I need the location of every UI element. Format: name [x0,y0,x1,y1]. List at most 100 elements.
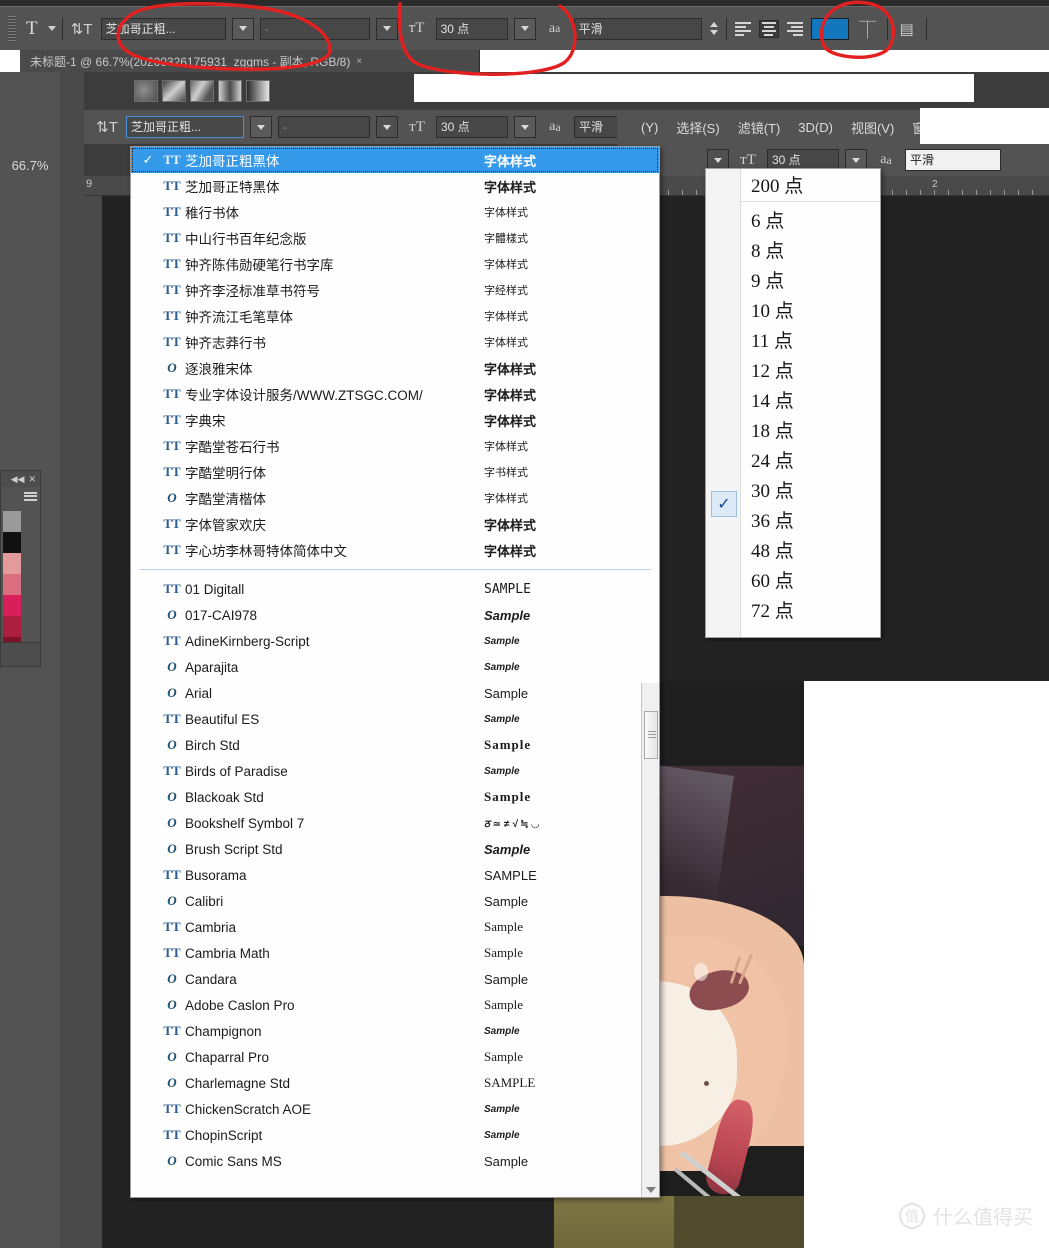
font-list-item[interactable]: O Charlemagne Std SAMPLE [131,1070,659,1096]
size-option[interactable]: 24 点 [741,444,880,474]
font-list-item[interactable]: O Candara Sample [131,966,659,992]
font-style-dropdown-arrow[interactable] [375,17,398,40]
swatch-chip-3[interactable] [3,574,21,595]
gradient-preset-5[interactable] [246,80,270,102]
font-list-item[interactable]: TT Champignon Sample [131,1018,659,1044]
align-right-button[interactable] [785,20,805,38]
size-option[interactable]: 48 点 [741,534,880,564]
font-list-item[interactable]: TT AdineKirnberg-Script Sample [131,628,659,654]
document-tab[interactable]: 未标题-1 @ 66.7%(20200326175931_zggms - 副本,… [20,50,480,72]
size-option[interactable]: 18 点 [741,414,880,444]
font-family-input-2[interactable]: 芝加哥正粗... [126,116,244,138]
font-list-item[interactable]: O Arial Sample [131,680,659,706]
size-option[interactable]: 12 点 [741,354,880,384]
font-size-dropdown-menu[interactable]: 200 点 6 点8 点9 点 10 点 11 点 12 点 14 点 18 点 24 点 30… [705,168,881,638]
gradient-preset-3[interactable] [190,80,214,102]
text-color-swatch[interactable] [810,17,849,40]
font-family-dropdown-menu[interactable]: ✓ TT 芝加哥正粗黑体 字体样式 TT 芝加哥正特黑体 字体样式 TT 稚行书体 字体样式 TT 中… [130,146,660,1198]
font-list-item[interactable]: TT ChickenScratch AOE Sample [131,1096,659,1122]
size-option[interactable]: 200 点 [741,169,880,199]
antialias-stepper[interactable] [708,18,720,40]
size-option[interactable]: 9 点 [741,264,880,294]
font-list-item[interactable]: TT Cambria Sample [131,914,659,940]
font-list-item[interactable]: O Blackoak Std Sample [131,784,659,810]
size-option[interactable]: 36 点 [741,504,880,534]
menu-item-4[interactable]: 视图(V) [851,118,894,137]
font-list-item[interactable]: O Brush Script Std Sample [131,836,659,862]
font-list-cjk[interactable]: ✓ TT 芝加哥正粗黑体 字体样式 TT 芝加哥正特黑体 字体样式 TT 稚行书体 字体样式 TT 中… [131,147,659,563]
font-list-item[interactable]: TT 钟齐李泾标准草书符号 字经样式 [131,277,659,303]
font-list-item[interactable]: O Chaparral Pro Sample [131,1044,659,1070]
font-list-latin[interactable]: TT 01 Digitall SAMPLE O 017-CAI978 Sample TT Ad… [131,576,659,1174]
font-style-input-2[interactable]: - [278,116,370,138]
toggle-panels-icon[interactable]: ▤ [894,17,920,41]
font-list-item[interactable]: TT 钟齐流江毛笔草体 字体样式 [131,303,659,329]
collapse-icon[interactable]: ◀◀ [11,474,25,485]
font-list-item[interactable]: O 字酷堂清楷体 字体样式 [131,485,659,511]
align-left-button[interactable] [733,20,753,38]
font-list-item[interactable]: TT 芝加哥正特黑体 字体样式 [131,173,659,199]
gradient-preset-4[interactable] [218,80,242,102]
swatch-chip-2[interactable] [3,553,21,574]
font-list-item[interactable]: O Birch Std Sample [131,732,659,758]
menu-item-0[interactable]: (Y) [641,120,658,135]
menu-item-1[interactable]: 选择(S) [676,118,719,137]
font-list-item[interactable]: TT Busorama SAMPLE [131,862,659,888]
font-list-item[interactable]: O 逐浪雅宋体 字体样式 [131,355,659,381]
font-list-item[interactable]: TT Cambria Math Sample [131,940,659,966]
font-list-item[interactable]: TT 字酷堂苍石行书 字体样式 [131,433,659,459]
gradient-preset-1[interactable] [134,80,158,102]
type-tool-icon[interactable]: T [22,18,42,40]
scroll-down-arrow-icon[interactable] [646,1187,656,1193]
swatch-chip-5[interactable] [3,616,21,637]
size-option-list[interactable]: 200 点 6 点8 点9 点 10 点 11 点 12 点 14 点 18 点 24 点 30… [740,169,880,637]
font-list-item[interactable]: TT 字酷堂明行体 字书样式 [131,459,659,485]
panel-menu-icon[interactable] [24,491,37,501]
size-option[interactable]: 72 点 [741,594,880,624]
size-option[interactable]: 11 点 [741,324,880,354]
font-list-item[interactable]: O Calibri Sample [131,888,659,914]
font-size-input-2[interactable]: 30 点 [436,116,508,138]
swatch-chip-0[interactable] [3,511,21,532]
font-list-item[interactable]: TT Birds of Paradise Sample [131,758,659,784]
tool-preset-chevron-icon[interactable] [47,26,56,31]
font-style-input[interactable]: - [259,17,370,40]
menu-item-2[interactable]: 滤镜(T) [738,118,781,137]
size-option[interactable]: 6 点 [741,204,880,234]
font-size-dropdown-arrow[interactable] [513,17,536,40]
font-list-item[interactable]: TT 中山行书百年纪念版 字體樣式 [131,225,659,251]
text-orientation-icon-2[interactable]: ⇅T [94,115,120,139]
font-style-dropdown-arrow-2[interactable] [376,116,398,138]
font-family-input[interactable]: 芝加哥正粗... [100,17,226,40]
options-bar-gripper[interactable] [8,15,16,42]
antialias-select-3[interactable]: 平滑 [905,149,1001,171]
size-option[interactable]: 60 点 [741,564,880,594]
font-size-dropdown-arrow-2[interactable] [514,116,536,138]
size-option[interactable]: 30 点 [741,474,880,504]
vertical-ruler[interactable] [84,196,102,1248]
font-list-item[interactable]: O Adobe Caslon Pro Sample [131,992,659,1018]
font-list-item[interactable]: O Comic Sans MS Sample [131,1148,659,1174]
scrollbar-thumb[interactable] [644,711,658,759]
font-family-dropdown-arrow[interactable] [231,17,254,40]
text-orientation-icon[interactable]: ⇅T [69,17,95,41]
size-option[interactable]: 8 点 [741,234,880,264]
close-icon[interactable]: ✕ [28,474,36,485]
font-list-item[interactable]: TT 钟齐志莽行书 字体样式 [131,329,659,355]
font-size-input[interactable]: 30 点 [435,17,508,40]
font-list-item[interactable]: TT 字体管家欢庆 字体样式 [131,511,659,537]
antialias-select[interactable]: 平滑 [573,17,702,40]
swatch-chip-list[interactable] [3,511,21,658]
swatch-chip-1[interactable] [3,532,21,553]
warp-text-icon[interactable]: ⏉ [855,17,881,41]
swatch-chip-4[interactable] [3,595,21,616]
font-list-item[interactable]: ✓ TT 芝加哥正粗黑体 字体样式 [131,147,659,173]
font-list-item[interactable]: TT Beautiful ES Sample [131,706,659,732]
size-option[interactable]: 10 点 [741,294,880,324]
font-list-item[interactable]: O Aparajita Sample [131,654,659,680]
font-list-item[interactable]: TT 专业字体设计服务/WWW.ZTSGC.COM/字体样式 [131,381,659,407]
menu-item-3[interactable]: 3D(D) [798,120,833,135]
size-option[interactable]: 14 点 [741,384,880,414]
font-list-item[interactable]: TT 01 Digitall SAMPLE [131,576,659,602]
font-list-item[interactable]: O 017-CAI978 Sample [131,602,659,628]
